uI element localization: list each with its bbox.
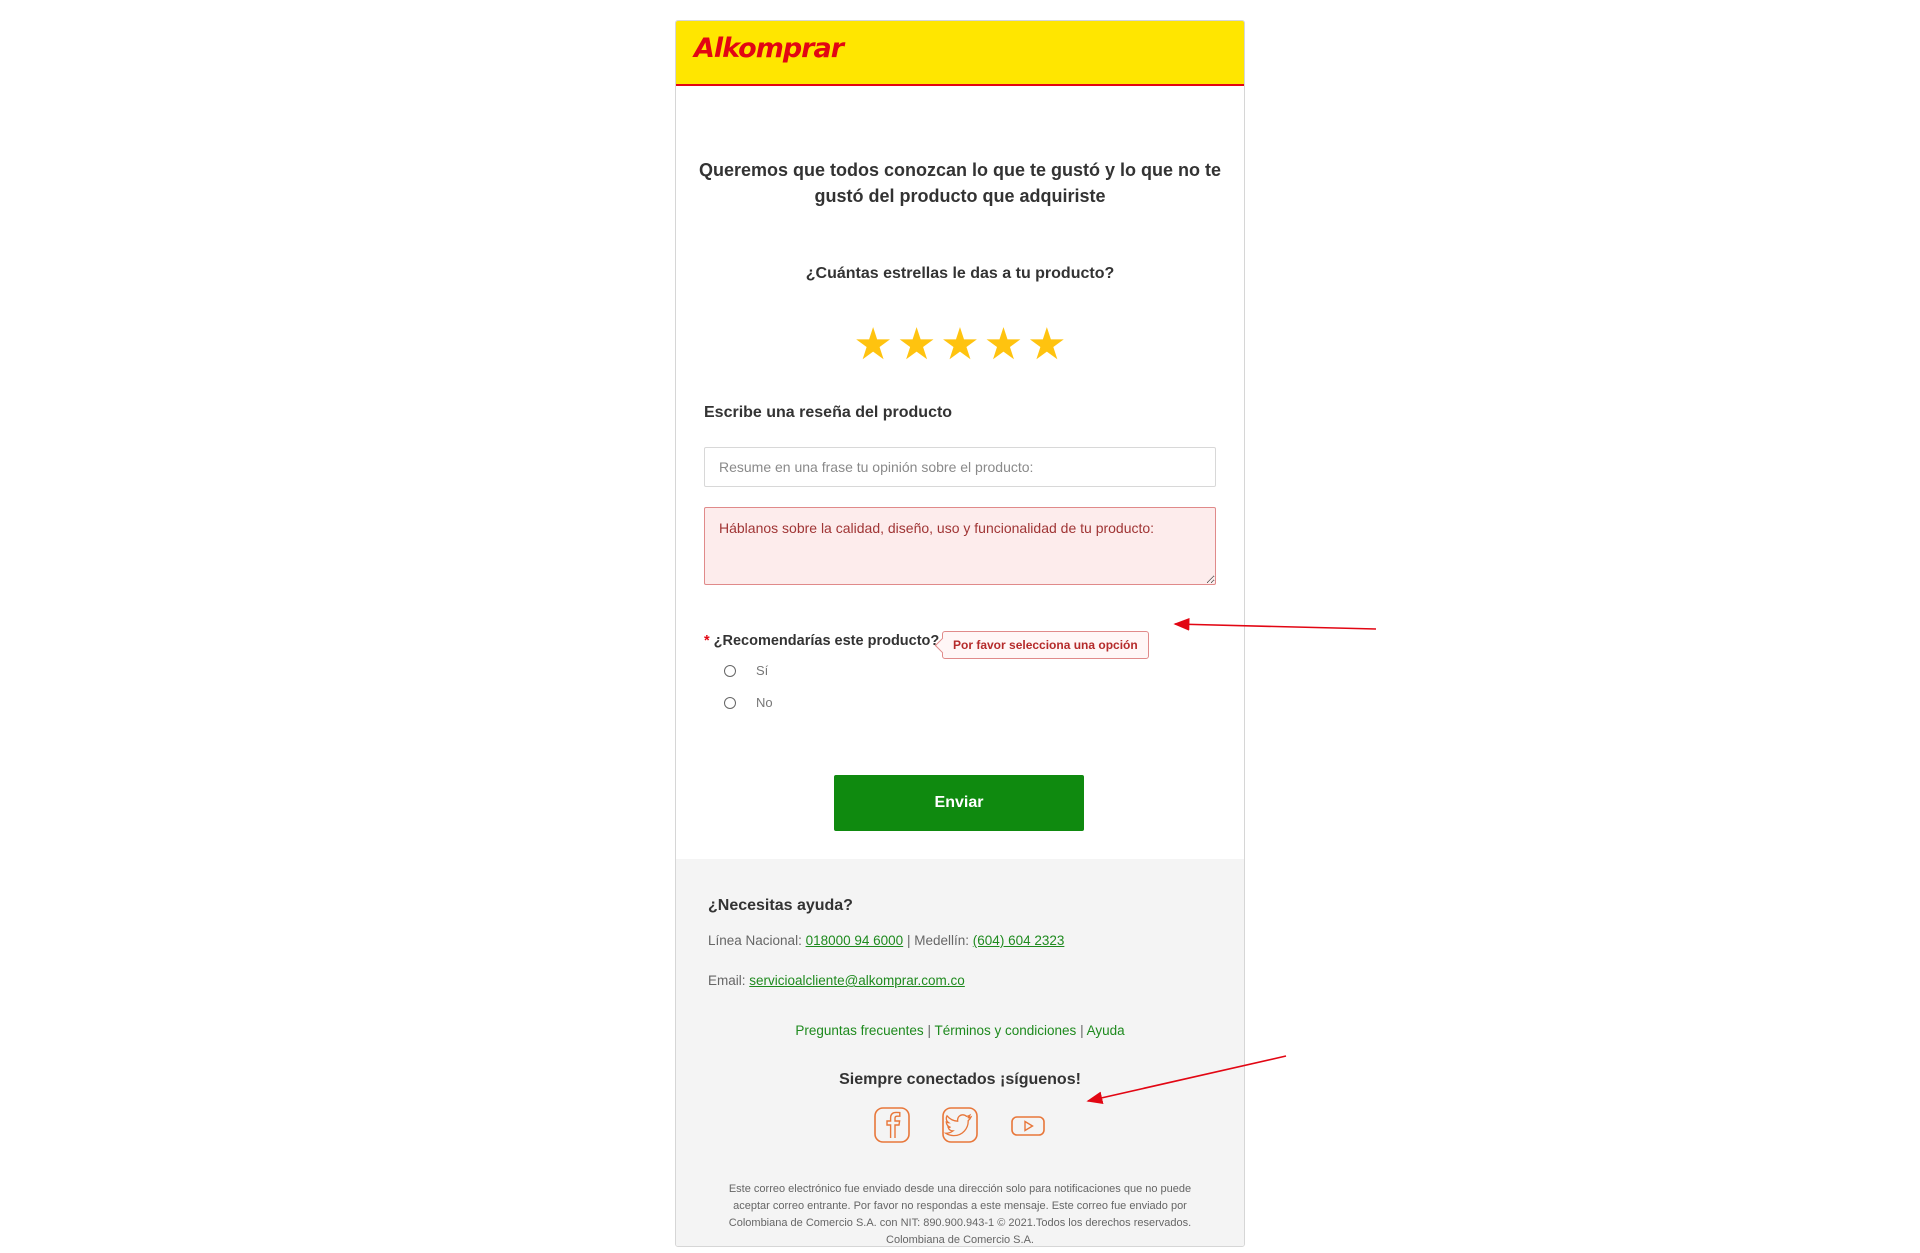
terms-link[interactable]: Términos y condiciones [934, 1023, 1076, 1038]
email-line: Email: servicioalcliente@alkomprar.com.c… [708, 973, 965, 988]
option-yes-label: Sí [756, 663, 769, 678]
stars-question: ¿Cuántas estrellas le das a tu producto? [805, 265, 1115, 282]
brand-logo[interactable]: Alkomprar [694, 33, 844, 64]
email-card: Alkomprar Queremos que todos conozcan lo… [675, 20, 1245, 1247]
radio-yes[interactable] [724, 664, 736, 677]
twitter-icon[interactable] [941, 1105, 979, 1145]
star-icon-5[interactable]: ★ [1027, 321, 1066, 369]
phone-separator: | [906, 933, 911, 948]
national-label: Línea Nacional: [708, 933, 802, 948]
links-separator-1: | [927, 1023, 931, 1038]
footer: ¿Necesitas ayuda? Línea Nacional: 018000… [676, 859, 1244, 1246]
email-link[interactable]: servicioalcliente@alkomprar.com.co [749, 973, 965, 988]
star-icon-2[interactable]: ★ [897, 321, 936, 369]
detail-textarea[interactable] [704, 507, 1216, 585]
star-icon-3[interactable]: ★ [940, 321, 979, 369]
validation-tooltip: Por favor selecciona una opción [942, 631, 1149, 659]
star-rating: ★★★★★ [676, 321, 1244, 369]
email-label: Email: [708, 973, 746, 988]
star-icon-1[interactable]: ★ [853, 321, 892, 369]
links-separator-2: | [1080, 1023, 1084, 1038]
faq-link[interactable]: Preguntas frecuentes [795, 1023, 923, 1038]
youtube-icon[interactable] [1009, 1105, 1047, 1145]
medellin-label: Medellín: [914, 933, 970, 948]
required-mark: * [704, 633, 710, 649]
page-headline: Queremos que todos conozcan lo que te gu… [698, 160, 1222, 206]
recommend-question-text: ¿Recomendarías este producto? [713, 633, 940, 649]
footer-links: Preguntas frecuentes | Términos y condic… [676, 1023, 1244, 1038]
summary-input[interactable] [704, 447, 1216, 487]
disclaimer-text: Este correo electrónico fue enviado desd… [728, 1183, 1192, 1246]
social-icons [676, 1105, 1244, 1145]
help-link[interactable]: Ayuda [1087, 1023, 1125, 1038]
header-bar: Alkomprar [676, 21, 1244, 86]
recommend-question: * ¿Recomendarías este producto? [704, 633, 939, 649]
follow-title: Siempre conectados ¡síguenos! [839, 1071, 1081, 1088]
help-title: ¿Necesitas ayuda? [708, 897, 853, 914]
review-label: Escribe una reseña del producto [704, 404, 953, 421]
national-phone-link[interactable]: 018000 94 6000 [806, 933, 904, 948]
star-icon-4[interactable]: ★ [984, 321, 1023, 369]
phone-line: Línea Nacional: 018000 94 6000 | Medellí… [708, 933, 1064, 948]
radio-no[interactable] [724, 696, 736, 709]
option-yes[interactable]: Sí [724, 663, 768, 678]
medellin-phone-link[interactable]: (604) 604 2323 [973, 933, 1065, 948]
facebook-icon[interactable] [873, 1105, 911, 1145]
option-no-label: No [756, 695, 773, 710]
send-button[interactable]: Enviar [834, 775, 1084, 831]
option-no[interactable]: No [724, 695, 773, 710]
